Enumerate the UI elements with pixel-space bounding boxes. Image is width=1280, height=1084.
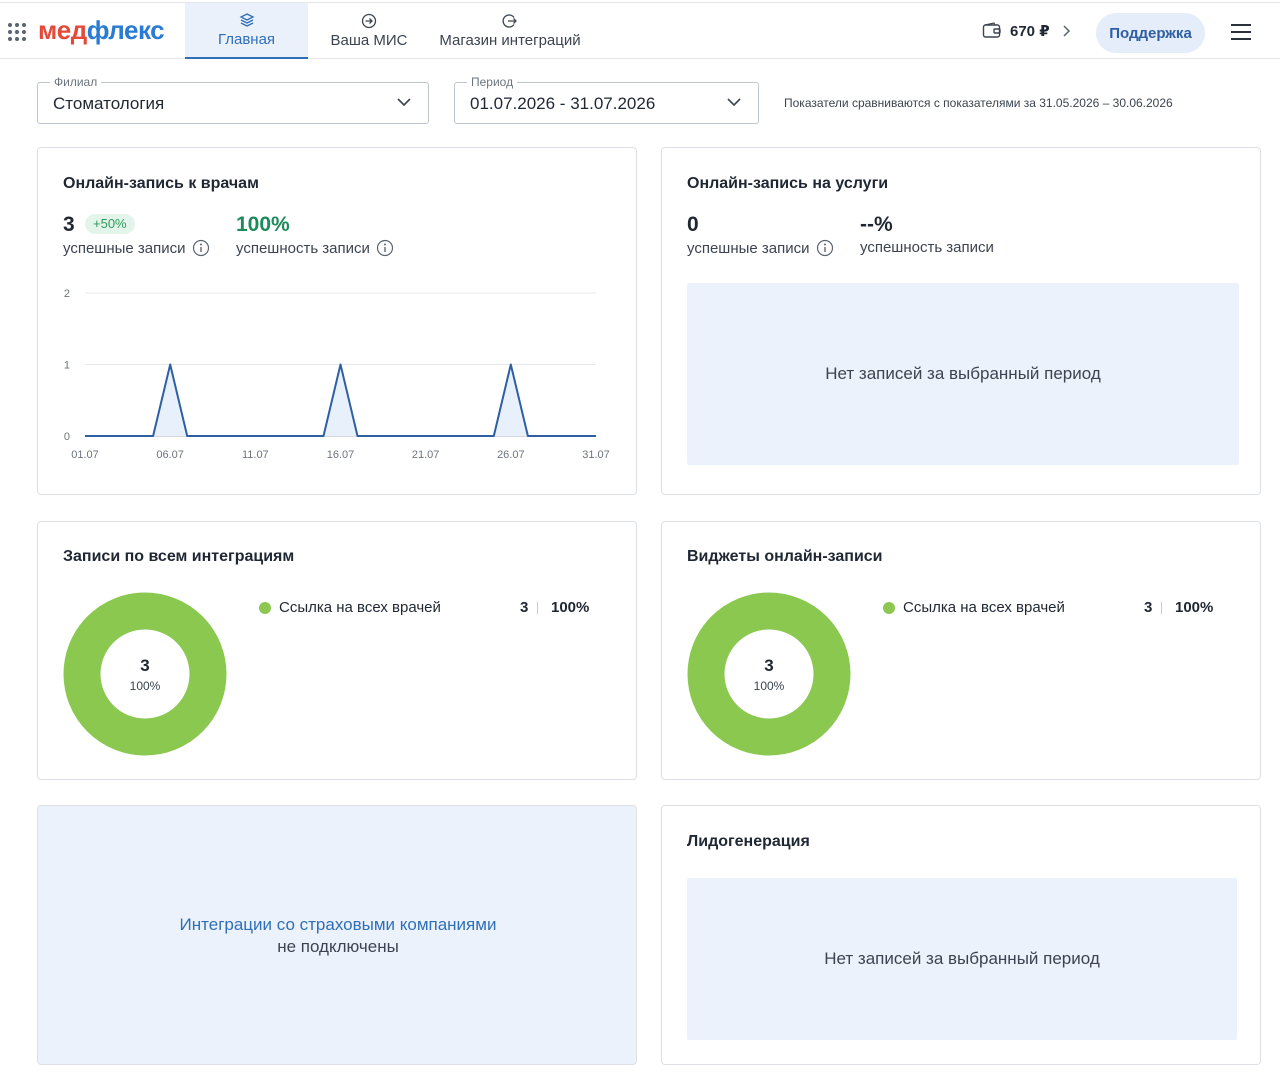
x-tick-label: 31.07	[582, 449, 610, 461]
tab-your-mis-label: Ваша МИС	[330, 32, 408, 49]
info-icon[interactable]	[192, 239, 210, 257]
booking-rate-label-text: успешность записи	[236, 239, 370, 257]
x-tick-label: 16.07	[327, 449, 355, 461]
legend-count: 3	[1144, 599, 1153, 616]
integrations-bookings-card: Записи по всем интеграциям 3 100% Ссылка…	[37, 521, 637, 780]
donut-center-pct: 100%	[129, 679, 161, 693]
branch-select[interactable]: Филиал Стоматология	[37, 75, 429, 124]
card-title: Записи по всем интеграциям	[63, 548, 295, 565]
logo[interactable]: медфлекс	[38, 15, 165, 46]
tab-home[interactable]: Главная	[185, 3, 308, 59]
successful-bookings-label: успешные записи	[687, 239, 834, 257]
tab-integrations-store[interactable]: Магазин интеграций	[430, 3, 590, 59]
branch-select-value: Стоматология	[53, 94, 165, 113]
legend-pct: 100%	[551, 599, 590, 616]
comparison-note: Показатели сравниваются с показателями з…	[784, 96, 1173, 110]
login-icon	[361, 13, 377, 29]
booking-rate-value: 100%	[236, 213, 290, 236]
insurance-status: не подключены	[277, 937, 399, 956]
booking-rate-label: успешность записи	[236, 239, 394, 257]
legend-item: Ссылка на всех врачей	[883, 599, 1065, 616]
doctors-booking-card: Онлайн-запись к врачам 3 +50% успешные з…	[37, 147, 637, 495]
legend-dot	[883, 601, 895, 614]
chevron-down-icon	[727, 98, 741, 107]
period-select-value: 01.07.2026 - 31.07.2026	[470, 94, 656, 113]
booking-rate-label: успешность записи	[860, 239, 994, 256]
chevron-down-icon	[397, 98, 411, 107]
legend-dot	[259, 601, 271, 614]
x-tick-label: 21.07	[412, 449, 440, 461]
booking-rate-value: --%	[860, 213, 893, 236]
bookings-line-chart: 0 1 2 01.07 06.07 11.07 16.07 21.07 26.07 31.07	[64, 288, 610, 461]
x-tick-label: 01.07	[71, 449, 99, 461]
chevron-right-icon	[1063, 25, 1070, 37]
balance-value: 670 ₽	[1010, 23, 1050, 40]
successful-bookings-label-text: успешные записи	[687, 239, 810, 257]
apps-grid-icon[interactable]	[8, 23, 26, 41]
tab-home-label: Главная	[217, 31, 276, 48]
empty-state: Нет записей за выбранный период	[687, 283, 1239, 465]
period-select-label: Период	[467, 75, 518, 89]
insurance-message: Интеграции со страховыми компаниями не п…	[38, 914, 638, 958]
card-title: Онлайн-запись на услуги	[687, 175, 889, 192]
insurance-link[interactable]: Интеграции со страховыми компаниями	[38, 914, 638, 936]
logo-part-2: флекс	[86, 15, 165, 45]
wallet-icon	[982, 22, 1001, 38]
successful-bookings-count: 0	[687, 213, 699, 236]
lead-generation-card: Лидогенерация Нет записей за выбранный п…	[661, 805, 1261, 1065]
successful-bookings-label-text: успешные записи	[63, 239, 186, 257]
legend-count: 3	[520, 599, 529, 616]
card-title: Онлайн-запись к врачам	[63, 175, 259, 192]
donut-center: 3 100%	[105, 656, 185, 693]
donut-center-pct: 100%	[753, 679, 785, 693]
info-icon[interactable]	[816, 239, 834, 257]
delta-badge: +50%	[85, 214, 135, 234]
info-icon[interactable]	[376, 239, 394, 257]
successful-bookings-count: 3	[63, 213, 75, 236]
services-booking-card: Онлайн-запись на услуги 0 успешные запис…	[661, 147, 1261, 495]
donut-center-value: 3	[140, 656, 150, 675]
balance-widget[interactable]: 670 ₽	[982, 22, 1080, 40]
donut-center-value: 3	[764, 656, 774, 675]
tab-integrations-store-label: Магазин интеграций	[439, 32, 581, 49]
support-button[interactable]: Поддержка	[1096, 13, 1205, 53]
legend-label: Ссылка на всех врачей	[903, 599, 1065, 616]
branch-select-label: Филиал	[50, 75, 102, 89]
card-title: Виджеты онлайн-записи	[687, 548, 883, 565]
layers-icon	[239, 13, 254, 27]
card-title: Лидогенерация	[687, 833, 810, 850]
insurance-integrations-card: Интеграции со страховыми компаниями не п…	[37, 805, 637, 1065]
legend-item: Ссылка на всех врачей	[259, 599, 441, 616]
tab-your-mis[interactable]: Ваша МИС	[318, 3, 420, 59]
y-tick-label: 0	[64, 431, 70, 443]
successful-bookings-label: успешные записи	[63, 239, 210, 257]
logo-part-1: мед	[38, 15, 87, 45]
legend-divider	[1161, 602, 1162, 614]
period-select[interactable]: Период 01.07.2026 - 31.07.2026	[454, 75, 759, 124]
widgets-booking-card: Виджеты онлайн-записи 3 100% Ссылка на в…	[661, 521, 1261, 780]
hamburger-menu-icon[interactable]	[1231, 24, 1251, 40]
booking-rate-label-text: успешность записи	[860, 239, 994, 256]
x-tick-label: 06.07	[156, 449, 184, 461]
empty-state: Нет записей за выбранный период	[687, 878, 1237, 1040]
top-bar: медфлекс Главная Ваша МИС Магазин интегр…	[0, 2, 1280, 59]
logout-icon	[502, 14, 517, 28]
legend-label: Ссылка на всех врачей	[279, 599, 441, 616]
x-tick-label: 26.07	[497, 449, 525, 461]
y-tick-label: 2	[64, 288, 70, 300]
donut-center: 3 100%	[729, 656, 809, 693]
legend-pct: 100%	[1175, 599, 1214, 616]
x-tick-label: 11.07	[242, 449, 269, 461]
legend-divider	[537, 602, 538, 614]
y-tick-label: 1	[64, 360, 70, 372]
